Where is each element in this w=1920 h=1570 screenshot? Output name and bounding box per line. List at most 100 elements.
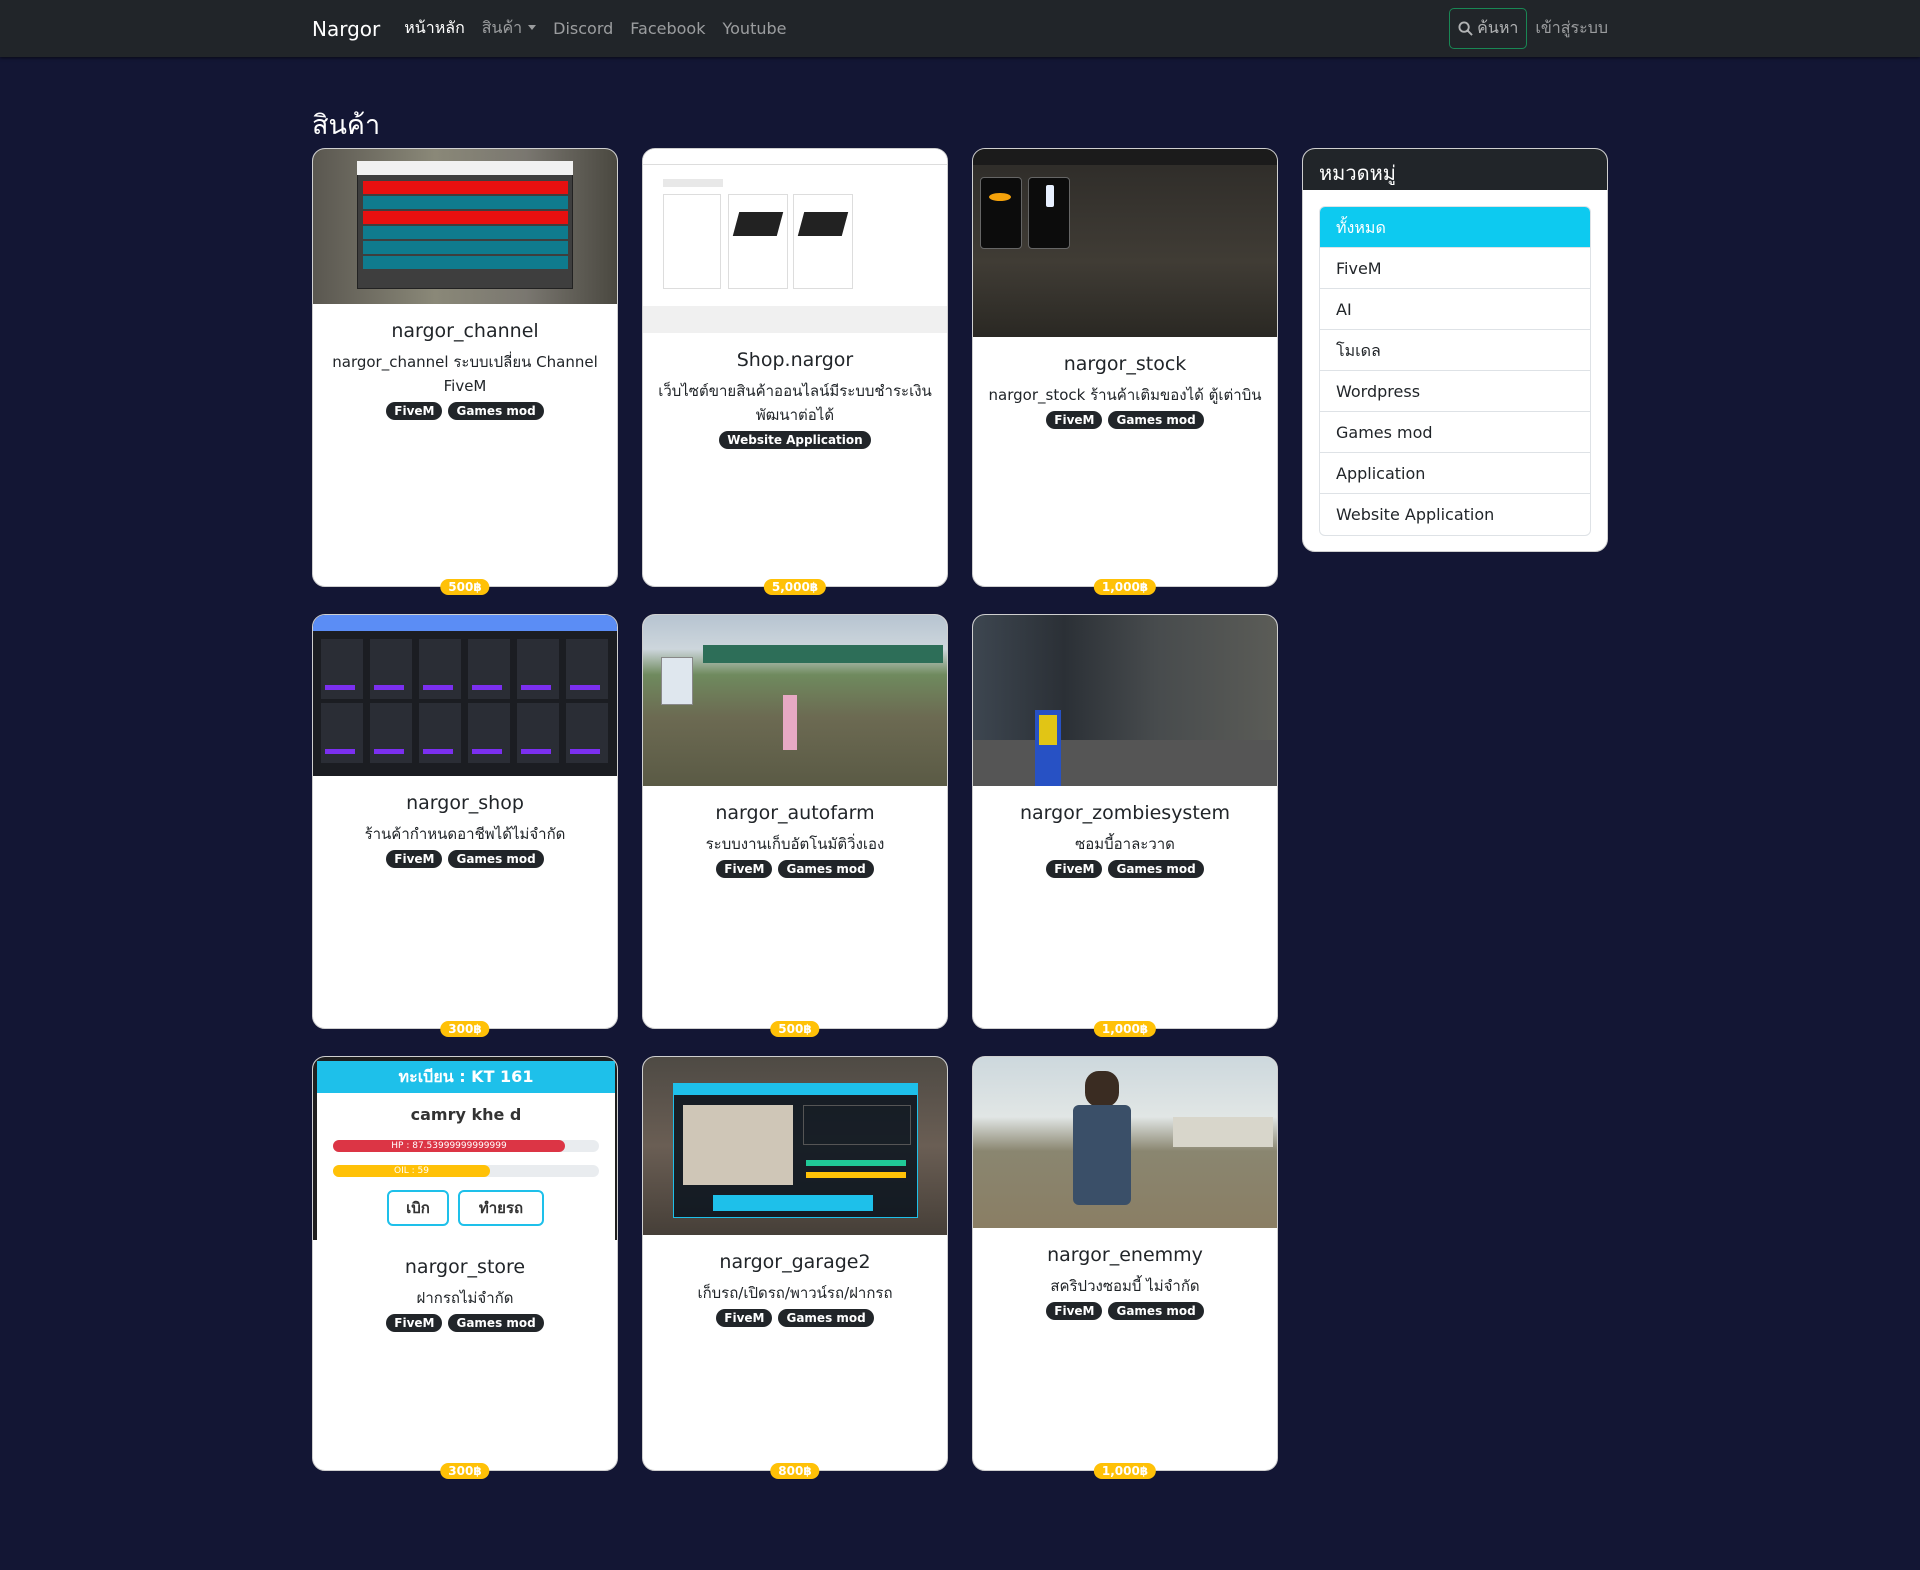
nav-links: หน้าหลัก สินค้า Discord Facebook Youtube (404, 16, 1449, 41)
store-preview-destroy: ทำยรถ (458, 1190, 544, 1226)
tag-badge: FiveM (1046, 1302, 1103, 1320)
nav-youtube[interactable]: Youtube (722, 19, 786, 38)
product-card-stock[interactable]: nargor_stock nargor_stock ร้านค้าเติมของ… (972, 148, 1278, 595)
product-card-channel[interactable]: nargor_channel nargor_channel ระบบเปลี่ย… (312, 148, 618, 595)
product-title[interactable]: nargor_shop (325, 792, 605, 814)
product-card-zombiesystem[interactable]: nargor_zombiesystem ซอมบี้อาละวาด FiveM … (972, 614, 1278, 1037)
nav-facebook[interactable]: Facebook (630, 19, 705, 38)
store-preview-withdraw: เบิก (387, 1190, 449, 1226)
product-title[interactable]: nargor_autofarm (655, 802, 935, 824)
tag-badge: FiveM (386, 402, 443, 420)
search-button[interactable]: ค้นหา (1449, 8, 1528, 49)
nav-products[interactable]: สินค้า (482, 18, 522, 37)
price-badge: 300฿ (440, 1021, 490, 1037)
price-badge: 1,000฿ (1093, 1021, 1157, 1037)
price-badge: 500฿ (440, 579, 490, 595)
product-image (643, 1057, 947, 1235)
product-card-shop[interactable]: nargor_shop ร้านค้ากำหนดอาชีพได้ไม่จำกัด… (312, 614, 618, 1037)
tag-badge: Games mod (448, 1314, 544, 1332)
product-description: ซอมบี้อาละวาด (1075, 835, 1175, 853)
category-item-fivem[interactable]: FiveM (1320, 248, 1590, 289)
tag-list: FiveM Games mod (985, 1302, 1265, 1320)
product-description: ฝากรถไม่จำกัด (416, 1289, 514, 1307)
tag-list: FiveM Games mod (325, 1314, 605, 1332)
product-image (643, 615, 947, 786)
tag-badge: Games mod (448, 850, 544, 868)
product-title[interactable]: nargor_zombiesystem (985, 802, 1265, 824)
brand-logo[interactable]: Nargor (312, 17, 380, 41)
tag-badge: Games mod (1108, 860, 1204, 878)
tag-list: FiveM Games mod (325, 850, 605, 868)
category-item-all[interactable]: ทั้งหมด (1320, 207, 1590, 248)
product-image (973, 1057, 1277, 1228)
tag-badge: FiveM (1046, 860, 1103, 878)
login-link[interactable]: เข้าสู่ระบบ (1535, 16, 1608, 41)
product-card-shop-nargor[interactable]: Shop.nargor เว็บไซต์ขายสินค้าออนไลน์มีระ… (642, 148, 948, 595)
tag-badge: FiveM (1046, 411, 1103, 429)
top-navbar: Nargor หน้าหลัก สินค้า Discord Facebook … (0, 0, 1920, 57)
product-image (973, 149, 1277, 337)
category-item-games-mod[interactable]: Games mod (1320, 412, 1590, 453)
category-item-ai[interactable]: AI (1320, 289, 1590, 330)
product-image (313, 615, 617, 776)
product-card-store[interactable]: ทะเบียน : KT 161 camry khe d HP : 87.539… (312, 1056, 618, 1479)
page-title: สินค้า (312, 110, 381, 141)
search-icon (1458, 21, 1473, 36)
category-list: ทั้งหมด FiveM AI โมเดล Wordpress Games m… (1319, 206, 1591, 536)
product-title[interactable]: nargor_store (325, 1256, 605, 1278)
category-item-wordpress[interactable]: Wordpress (1320, 371, 1590, 412)
product-image (643, 149, 947, 333)
product-image: ทะเบียน : KT 161 camry khe d HP : 87.539… (313, 1057, 617, 1240)
product-image (313, 149, 617, 304)
tag-badge: FiveM (716, 860, 773, 878)
product-card-garage2[interactable]: nargor_garage2 เก็บรถ/เปิดรถ/พาวน์รถ/ฝาก… (642, 1056, 948, 1479)
product-title[interactable]: nargor_channel (325, 320, 605, 342)
product-description: ร้านค้ากำหนดอาชีพได้ไม่จำกัด (364, 825, 566, 843)
caret-down-icon (528, 25, 537, 30)
product-image (973, 615, 1277, 786)
product-card-autofarm[interactable]: nargor_autofarm ระบบงานเก็บอัตโนมัติวิ่ง… (642, 614, 948, 1037)
tag-badge: Games mod (1108, 1302, 1204, 1320)
nav-products-dropdown[interactable]: สินค้า (482, 16, 537, 41)
tag-list: FiveM Games mod (655, 1309, 935, 1327)
tag-list: Website Application (655, 431, 935, 449)
tag-list: FiveM Games mod (655, 860, 935, 878)
tag-list: FiveM Games mod (985, 860, 1265, 878)
nav-home[interactable]: หน้าหลัก (404, 16, 465, 41)
tag-badge: Games mod (1108, 411, 1204, 429)
tag-badge: FiveM (716, 1309, 773, 1327)
price-badge: 5,000฿ (763, 579, 827, 595)
product-title[interactable]: nargor_enemmy (985, 1244, 1265, 1266)
product-description: เว็บไซต์ขายสินค้าออนไลน์มีระบบชำระเงิน พ… (658, 382, 932, 424)
search-label: ค้นหา (1477, 18, 1519, 37)
product-card-enemmy[interactable]: nargor_enemmy สคริปวงซอมบี้ ไม่จำกัด Fiv… (972, 1056, 1278, 1479)
store-preview-plate: ทะเบียน : KT 161 (317, 1061, 615, 1093)
store-preview-hp: HP : 87.53999999999999 (333, 1140, 565, 1152)
tag-badge: Website Application (719, 431, 871, 449)
price-badge: 1,000฿ (1093, 579, 1157, 595)
product-description: nargor_stock ร้านค้าเติมของได้ ตู้เต่าบิ… (988, 386, 1262, 404)
tag-badge: FiveM (386, 850, 443, 868)
category-item-application[interactable]: Application (1320, 453, 1590, 494)
category-item-website-application[interactable]: Website Application (1320, 494, 1590, 535)
product-description: สคริปวงซอมบี้ ไม่จำกัด (1050, 1277, 1200, 1295)
nav-discord[interactable]: Discord (553, 19, 613, 38)
navbar-container: Nargor หน้าหลัก สินค้า Discord Facebook … (312, 0, 1608, 57)
product-description: เก็บรถ/เปิดรถ/พาวน์รถ/ฝากรถ (697, 1284, 893, 1302)
category-sidebar: หมวดหมู่ ทั้งหมด FiveM AI โมเดล Wordpres… (1302, 148, 1608, 552)
product-description: ระบบงานเก็บอัตโนมัติวิ่งเอง (705, 835, 885, 853)
category-item-model[interactable]: โมเดล (1320, 330, 1590, 371)
product-title[interactable]: nargor_garage2 (655, 1251, 935, 1273)
tag-list: FiveM Games mod (325, 402, 605, 420)
tag-badge: FiveM (386, 1314, 443, 1332)
product-description: nargor_channel ระบบเปลี่ยน Channel FiveM (332, 353, 598, 395)
tag-badge: Games mod (778, 1309, 874, 1327)
tag-list: FiveM Games mod (985, 411, 1265, 429)
tag-badge: Games mod (448, 402, 544, 420)
price-badge: 300฿ (440, 1463, 490, 1479)
product-title[interactable]: Shop.nargor (655, 349, 935, 371)
store-preview-oil: OIL : 59 (333, 1165, 490, 1177)
price-badge: 500฿ (770, 1021, 820, 1037)
tag-badge: Games mod (778, 860, 874, 878)
product-title[interactable]: nargor_stock (985, 353, 1265, 375)
